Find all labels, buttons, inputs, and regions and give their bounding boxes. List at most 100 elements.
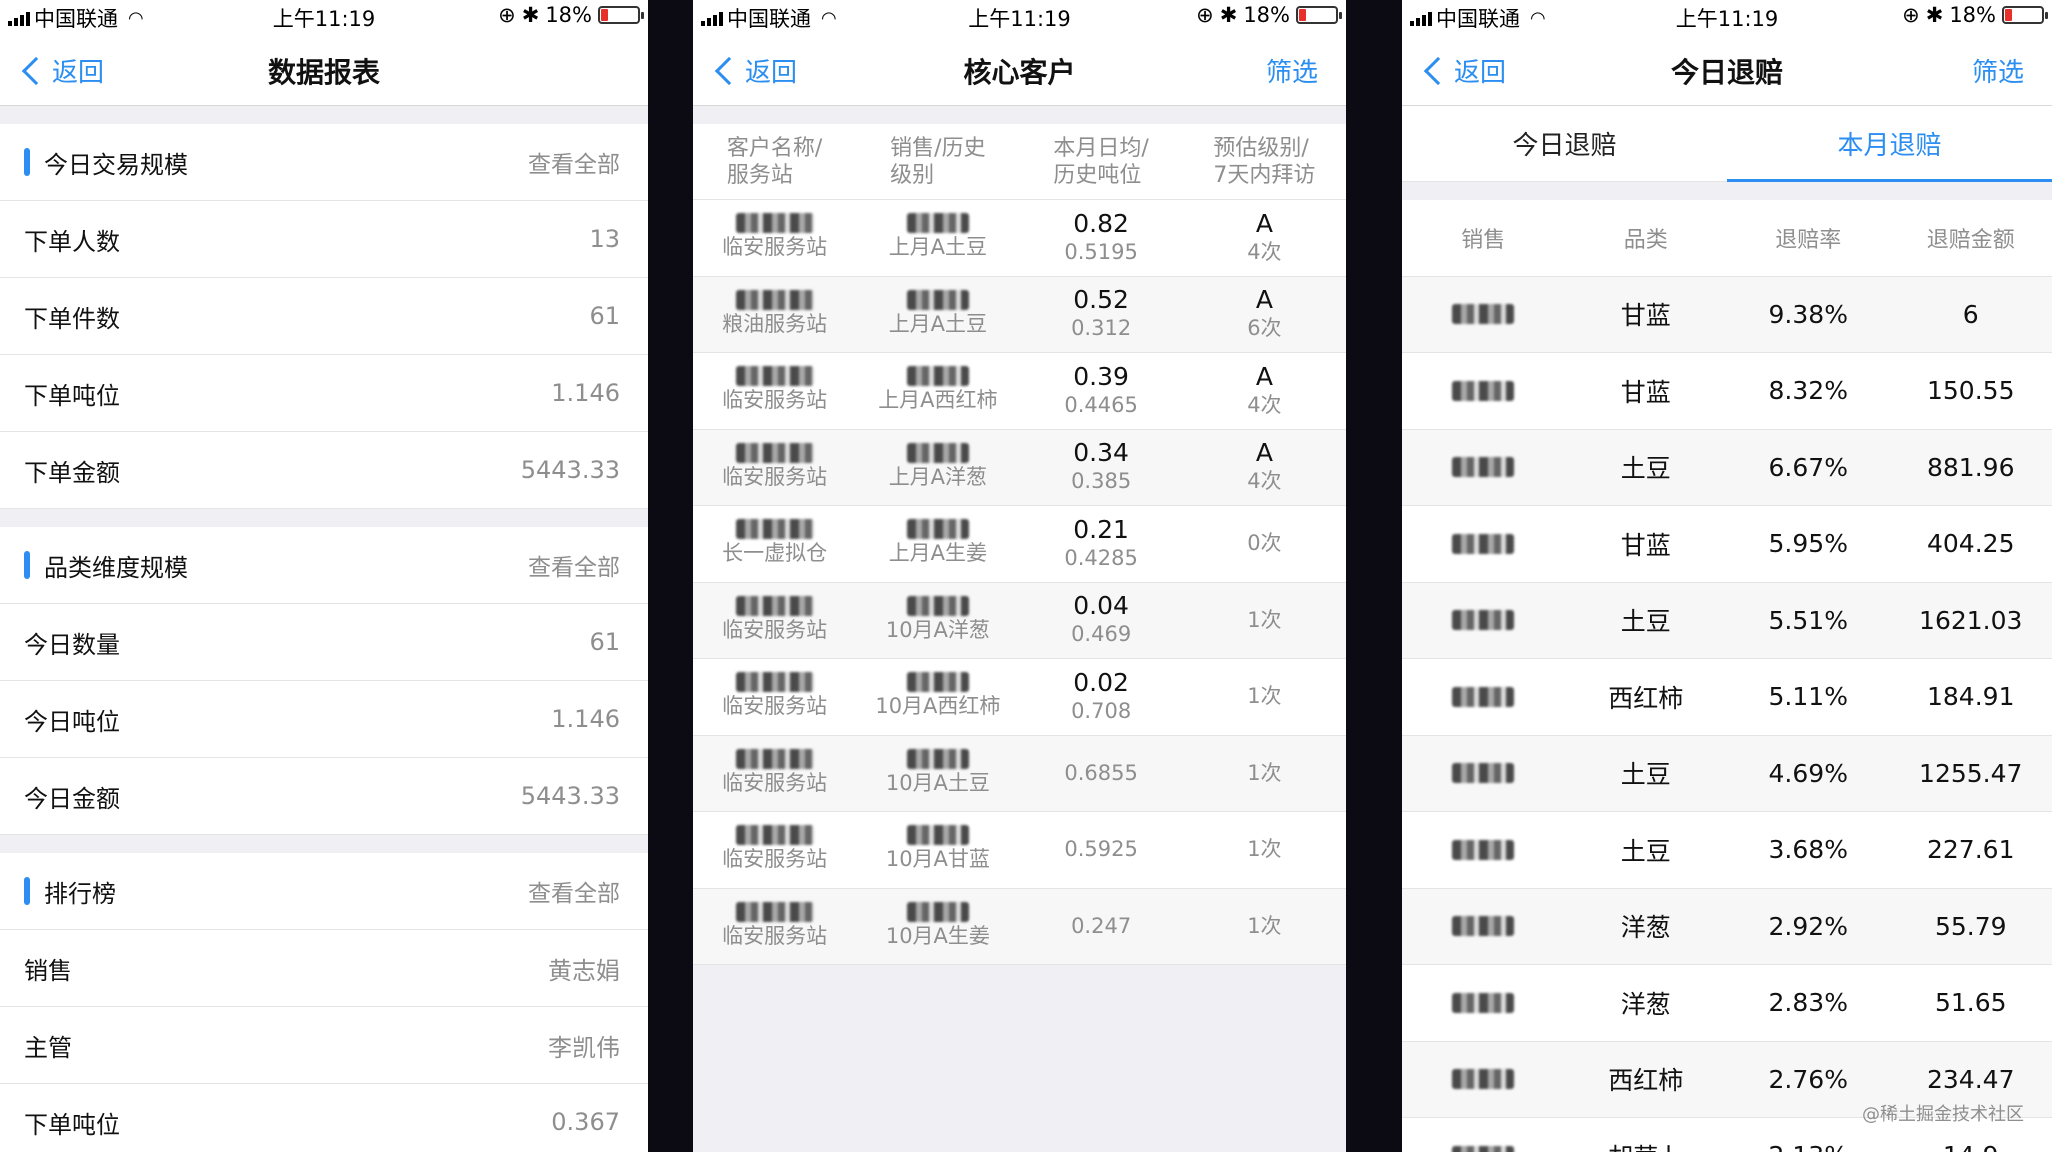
table-row[interactable]: 土豆 3.68% 227.61 bbox=[1402, 812, 2052, 889]
redacted-name bbox=[1452, 686, 1515, 707]
table-row[interactable]: 临安服务站 上月A西红柿 0.39 0.4465 A 4次 bbox=[693, 353, 1346, 430]
history-tonnage-cell: 0.6855 bbox=[1064, 760, 1138, 785]
battery-icon bbox=[1296, 6, 1342, 24]
history-tonnage-cell: 0.5195 bbox=[1064, 239, 1138, 264]
refund-rate-cell: 5.95% bbox=[1768, 529, 1848, 559]
column-header: 退赔金额 bbox=[1926, 227, 2015, 253]
estimated-level-cell: A bbox=[1255, 208, 1273, 238]
history-level-cell: 10月A西红柿 bbox=[875, 694, 1001, 719]
refund-amount-cell: 184.91 bbox=[1927, 682, 2015, 712]
column-header: 预估级别/ bbox=[1213, 135, 1309, 161]
tab-bar: 今日退赔 本月退赔 bbox=[1402, 106, 2052, 182]
table-row[interactable]: 甘蓝 5.95% 404.25 bbox=[1402, 506, 2052, 583]
history-tonnage-cell: 0.469 bbox=[1071, 622, 1132, 647]
station-cell: 临安服务站 bbox=[722, 235, 828, 260]
redacted-name bbox=[1452, 839, 1515, 860]
refund-rate-cell: 6.67% bbox=[1768, 452, 1848, 482]
table-header: 销售 品类 退赔率 退赔金额 bbox=[1402, 200, 2052, 277]
filter-button[interactable]: 筛选 bbox=[1972, 52, 2024, 89]
table-row[interactable]: 土豆 4.69% 1255.47 bbox=[1402, 735, 2052, 812]
page-title: 数据报表 bbox=[267, 56, 380, 89]
station-cell: 临安服务站 bbox=[722, 847, 828, 872]
category-cell: 土豆 bbox=[1620, 454, 1671, 484]
table-header: 客户名称/服务站 销售/历史 级别 本月日均/历史吨位 预估级别/7天内拜访 bbox=[693, 124, 1346, 200]
table-row[interactable]: 临安服务站 10月A甘蓝 0.5925 1次 bbox=[693, 812, 1346, 889]
table-row[interactable]: 临安服务站 10月A西红柿 0.02 0.708 1次 bbox=[693, 659, 1346, 736]
column-header: 销售/历史 bbox=[890, 135, 986, 161]
table-row[interactable]: 临安服务站 上月A土豆 0.82 0.5195 A 4次 bbox=[693, 200, 1346, 277]
table-row[interactable]: 土豆 5.51% 1621.03 bbox=[1402, 582, 2052, 659]
view-all-link[interactable]: 查看全部 bbox=[528, 548, 620, 582]
history-level-cell: 上月A洋葱 bbox=[888, 464, 988, 489]
history-level-cell: 10月A甘蓝 bbox=[885, 847, 990, 872]
table-row[interactable]: 临安服务站 10月A土豆 0.6855 1次 bbox=[693, 735, 1346, 812]
tab-today-refunds[interactable]: 今日退赔 bbox=[1402, 106, 1727, 181]
table-row[interactable]: 粮油服务站 上月A土豆 0.52 0.312 A 6次 bbox=[693, 276, 1346, 353]
redacted-name bbox=[1452, 916, 1515, 937]
battery-percent: 18% bbox=[1243, 3, 1290, 27]
column-header: 本月日均/ bbox=[1053, 135, 1149, 161]
refund-amount-cell: 227.61 bbox=[1927, 835, 2015, 865]
table-row[interactable]: 甘蓝 9.38% 6 bbox=[1402, 276, 2052, 353]
history-level-cell: 上月A西红柿 bbox=[878, 388, 998, 413]
table-row[interactable]: 甘蓝 8.32% 150.55 bbox=[1402, 353, 2052, 430]
redacted-name bbox=[735, 595, 814, 616]
column-header: 服务站 bbox=[726, 162, 793, 188]
monthly-avg-cell: 0.04 bbox=[1073, 591, 1129, 621]
redacted-name bbox=[1452, 1145, 1515, 1152]
table-row[interactable]: 临安服务站 10月A生姜 0.247 1次 bbox=[693, 888, 1346, 965]
list-item: 销售 黄志娟 bbox=[0, 930, 648, 1007]
refund-table: 销售 品类 退赔率 退赔金额 甘蓝 9.38% 6 甘蓝 8.32% 150.55 土豆 6.… bbox=[1402, 200, 2052, 1152]
section-title: 排行榜 bbox=[44, 879, 116, 908]
list-item: 今日金额 5443.33 bbox=[0, 758, 648, 835]
history-tonnage-cell: 0.247 bbox=[1071, 913, 1132, 938]
refund-rate-cell: 9.38% bbox=[1768, 299, 1848, 329]
refund-amount-cell: 51.65 bbox=[1934, 988, 2007, 1018]
customer-table: 客户名称/服务站 销售/历史 级别 本月日均/历史吨位 预估级别/7天内拜访 临安… bbox=[693, 124, 1346, 965]
table-row[interactable]: 长一虚拟仓 上月A生姜 0.21 0.4285 0次 bbox=[693, 506, 1346, 583]
rotation-lock-icon: ⊕ bbox=[498, 3, 516, 27]
redacted-name bbox=[1452, 304, 1515, 325]
status-bar: 中国联通 ◠ 上午11:19 ⊕ ✱ 18% bbox=[1402, 0, 2052, 34]
visits-cell: 1次 bbox=[1247, 607, 1282, 632]
filter-button[interactable]: 筛选 bbox=[1266, 52, 1318, 89]
table-row[interactable]: 临安服务站 10月A洋葱 0.04 0.469 1次 bbox=[693, 582, 1346, 659]
visits-cell: 1次 bbox=[1247, 837, 1282, 862]
view-all-link[interactable]: 查看全部 bbox=[528, 874, 620, 908]
redacted-name bbox=[735, 901, 814, 922]
redacted-name bbox=[1452, 457, 1515, 478]
table-row[interactable]: 洋葱 2.83% 51.65 bbox=[1402, 965, 2052, 1042]
table-row[interactable]: 洋葱 2.92% 55.79 bbox=[1402, 888, 2052, 965]
rotation-lock-icon: ⊕ bbox=[1902, 3, 1920, 27]
station-cell: 临安服务站 bbox=[722, 617, 828, 642]
nav-bar: 返回 今日退赔 筛选 bbox=[1402, 34, 2052, 106]
section-title: 今日交易规模 bbox=[44, 150, 188, 179]
refund-amount-cell: 6 bbox=[1962, 299, 1979, 329]
redacted-name bbox=[735, 825, 814, 846]
section-trade-scale: 今日交易规模 查看全部 下单人数 13 下单件数 61 下单吨位 1.146 下单金额… bbox=[0, 124, 648, 509]
list-item: 下单吨位 1.146 bbox=[0, 355, 648, 432]
refund-amount-cell: 1255.47 bbox=[1919, 758, 2023, 788]
view-all-link[interactable]: 查看全部 bbox=[528, 145, 620, 179]
table-row[interactable]: 西红柿 5.11% 184.91 bbox=[1402, 659, 2052, 736]
history-tonnage-cell: 0.5925 bbox=[1064, 837, 1138, 862]
redacted-name bbox=[906, 289, 969, 310]
page-title: 今日退赔 bbox=[1670, 56, 1783, 89]
redacted-name bbox=[735, 672, 814, 693]
redacted-name bbox=[735, 289, 814, 310]
refund-rate-cell: 3.68% bbox=[1768, 835, 1848, 865]
table-row[interactable]: 临安服务站 上月A洋葱 0.34 0.385 A 4次 bbox=[693, 429, 1346, 506]
rotation-lock-icon: ⊕ bbox=[1196, 3, 1214, 27]
history-tonnage-cell: 0.4465 bbox=[1064, 392, 1138, 417]
monthly-avg-cell: 0.02 bbox=[1073, 667, 1129, 697]
monthly-avg-cell: 0.82 bbox=[1073, 208, 1129, 238]
visits-cell: 1次 bbox=[1247, 684, 1282, 709]
visits-cell: 1次 bbox=[1247, 760, 1282, 785]
tab-month-refunds[interactable]: 本月退赔 bbox=[1727, 106, 2052, 182]
redacted-name bbox=[735, 442, 814, 463]
visits-cell: 4次 bbox=[1247, 392, 1282, 417]
table-row[interactable]: 土豆 6.67% 881.96 bbox=[1402, 429, 2052, 506]
refund-rate-cell: 5.11% bbox=[1768, 682, 1848, 712]
list-item: 下单金额 5443.33 bbox=[0, 432, 648, 509]
refund-rate-cell: 2.92% bbox=[1768, 911, 1848, 941]
